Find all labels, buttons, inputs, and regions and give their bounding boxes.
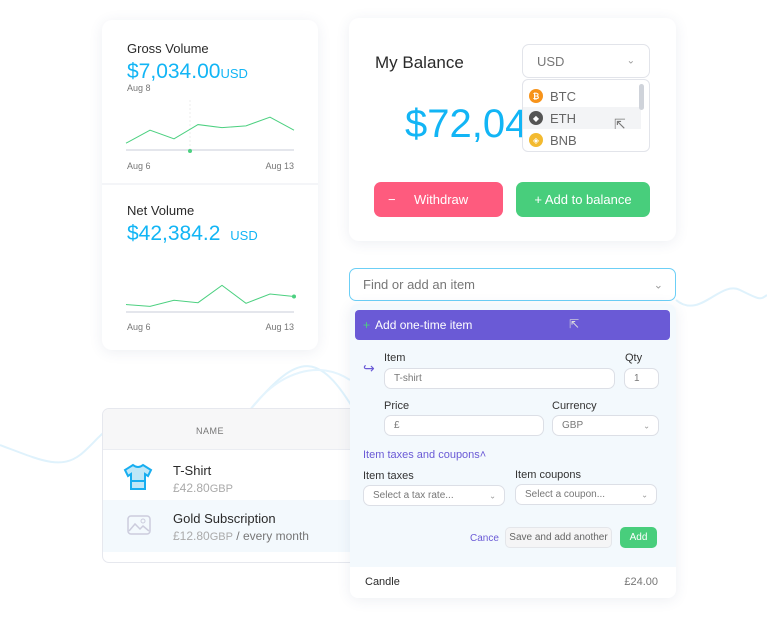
- cursor-click-icon: ⇱: [614, 116, 626, 132]
- image-placeholder-icon: [127, 515, 151, 535]
- table-row[interactable]: T-Shirt £42.80GBP: [103, 451, 361, 500]
- line-item[interactable]: Candle £24.00: [350, 567, 676, 598]
- taxes-coupons-toggle[interactable]: Item taxes and coupons˄: [363, 449, 486, 461]
- net-x-end: Aug 13: [265, 322, 294, 332]
- sparklines: [125, 100, 296, 313]
- chevron-up-icon: ˄: [479, 449, 487, 461]
- line-item-price: £24.00: [624, 576, 658, 588]
- item-label: Item: [384, 352, 406, 364]
- withdraw-button[interactable]: − Withdraw: [374, 182, 503, 217]
- gross-x-end: Aug 13: [265, 161, 294, 171]
- currency-select-value: USD: [537, 53, 565, 69]
- net-series: [125, 284, 296, 307]
- net-volume-amount: $42,384.2 USD: [127, 222, 258, 245]
- add-button[interactable]: Add: [620, 527, 657, 548]
- net-volume-title: Net Volume: [127, 203, 195, 218]
- volume-card: Gross Volume $7,034.00USD Aug 8 Aug 6 Au…: [102, 20, 318, 350]
- taxes-label: Item taxes: [363, 470, 414, 482]
- qty-input[interactable]: 1: [624, 368, 659, 389]
- qty-label: Qty: [625, 352, 643, 364]
- table-row[interactable]: Gold Subscription £12.80GBP / every mont…: [103, 500, 361, 552]
- chevron-down-icon: ⌄: [643, 421, 650, 430]
- tshirt-icon: [123, 463, 153, 490]
- product-name: Gold Subscription: [173, 511, 276, 526]
- cancel-button[interactable]: Cance: [470, 533, 499, 544]
- cursor-click-icon: ⇱: [569, 317, 580, 331]
- option-btc[interactable]: ₿ BTC: [523, 85, 641, 107]
- chevron-down-icon: ⌄: [653, 279, 663, 291]
- save-and-add-another-button[interactable]: Save and add another: [505, 527, 612, 548]
- minus-icon: −: [388, 192, 396, 207]
- currency-label: Currency: [552, 400, 597, 412]
- coupons-label: Item coupons: [515, 469, 582, 481]
- data-point: [292, 294, 296, 299]
- balance-title: My Balance: [375, 53, 464, 72]
- scrollbar[interactable]: [639, 84, 644, 110]
- balance-card: My Balance $72,04 USD ⌄ ₿ BTC ◆ ETH ◈ BNB ⇱ …: [349, 18, 676, 241]
- chevron-down-icon: ⌄: [626, 55, 635, 67]
- column-name: NAME: [196, 426, 225, 436]
- gross-hover-dot: [188, 149, 192, 153]
- currency-select[interactable]: GBP ⌄: [552, 415, 659, 436]
- bnb-icon: ◈: [529, 133, 543, 147]
- coupon-select[interactable]: Select a coupon... ⌄: [515, 484, 657, 505]
- add-one-time-item-button[interactable]: + Add one-time item ⇱: [355, 310, 670, 340]
- product-name: T-Shirt: [173, 463, 212, 478]
- return-arrow-icon: ↪: [363, 360, 375, 376]
- line-item-name: Candle: [365, 576, 400, 588]
- chevron-down-icon: ⌄: [489, 491, 496, 500]
- divider: [102, 183, 318, 185]
- product-price: £42.80GBP: [173, 481, 233, 495]
- price-label: Price: [384, 400, 410, 412]
- item-input[interactable]: T-shirt: [384, 368, 615, 389]
- add-item-panel: + Add one-time item ⇱ ↪ Item T-shirt Qty 1…: [350, 304, 676, 598]
- net-x-start: Aug 6: [127, 322, 151, 332]
- plus-icon: +: [363, 318, 371, 332]
- eth-icon: ◆: [529, 111, 543, 125]
- price-input[interactable]: £: [384, 415, 544, 436]
- currency-dropdown: ₿ BTC ◆ ETH ◈ BNB: [522, 79, 650, 152]
- btc-icon: ₿: [529, 89, 543, 103]
- find-item-input[interactable]: Find or add an item ⌄: [349, 268, 676, 301]
- add-to-balance-button[interactable]: + Add to balance: [516, 182, 650, 217]
- tax-rate-select[interactable]: Select a tax rate... ⌄: [363, 485, 505, 506]
- table-header: NAME: [103, 409, 361, 450]
- gross-x-start: Aug 6: [127, 161, 151, 171]
- balance-amount: $72,04: [405, 102, 528, 146]
- products-table: NAME T-Shirt £42.80GBP Gold Subscription…: [102, 408, 362, 563]
- product-price: £12.80GBP / every month: [173, 529, 309, 543]
- series-line: [125, 284, 295, 307]
- currency-select[interactable]: USD ⌄: [522, 44, 650, 78]
- chevron-down-icon: ⌄: [641, 490, 648, 499]
- gross-series: [125, 116, 295, 144]
- series-line: [125, 116, 295, 144]
